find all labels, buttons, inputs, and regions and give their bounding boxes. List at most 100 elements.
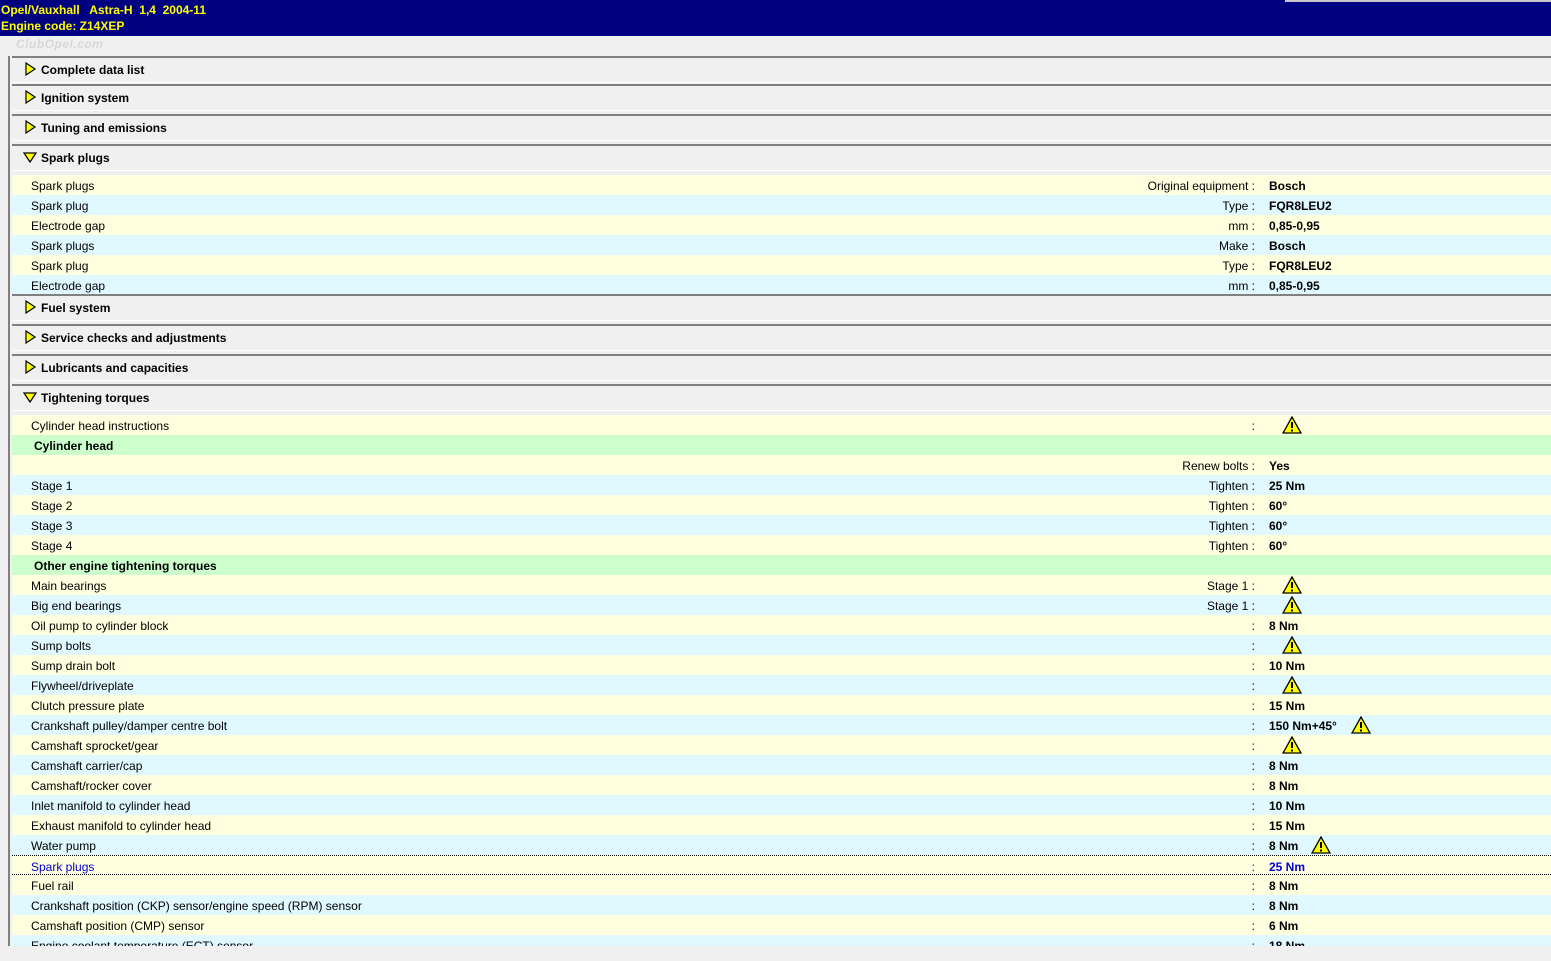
row-value: FQR8LEU2: [1269, 259, 1332, 273]
section-label: Complete data list: [41, 63, 145, 77]
row-label: Main bearings: [31, 579, 107, 593]
row-label: Spark plugs: [31, 860, 95, 874]
row-value: 10 Nm: [1269, 659, 1306, 673]
row-label: Crankshaft pulley/damper centre bolt: [31, 719, 228, 733]
table-row: Crankshaft position (CKP) sensor/engine …: [12, 895, 1551, 915]
status-bar: [0, 946, 1551, 961]
row-label: Inlet manifold to cylinder head: [31, 799, 191, 813]
row-key: :: [1251, 899, 1255, 913]
row-key: Original equipment :: [1147, 179, 1255, 193]
arrow-right-icon: [23, 90, 37, 104]
table-row: Camshaft carrier/cap:8 Nm: [12, 755, 1551, 775]
row-label: Spark plug: [31, 259, 89, 273]
table-row: Electrode gap mm : 0,85-0,95: [12, 215, 1551, 235]
section-spark-plugs[interactable]: Spark plugs: [12, 144, 1551, 171]
data-list-panel[interactable]: Complete data list Ignition system Tunin…: [8, 56, 1551, 946]
section-label: Spark plugs: [41, 151, 110, 165]
warning-triangle-icon[interactable]: [1282, 736, 1302, 754]
table-row: Flywheel/driveplate:: [12, 675, 1551, 695]
row-value: Yes: [1269, 459, 1290, 473]
table-row: Clutch pressure plate:15 Nm: [12, 695, 1551, 715]
row-key: :: [1251, 619, 1255, 633]
row-value: FQR8LEU2: [1269, 199, 1332, 213]
row-value: 18 Nm: [1269, 939, 1306, 946]
row-value: 0,85-0,95: [1269, 219, 1320, 233]
row-value: 10 Nm: [1269, 799, 1306, 813]
row-value: 25 Nm: [1269, 860, 1306, 874]
row-label: Camshaft/rocker cover: [31, 779, 152, 793]
section-label: Ignition system: [41, 91, 130, 105]
warning-triangle-icon[interactable]: [1282, 596, 1302, 614]
section-tuning-emissions[interactable]: Tuning and emissions: [12, 114, 1551, 141]
row-label: Sump drain bolt: [31, 659, 116, 673]
table-row: Spark plugs Make : Bosch: [12, 235, 1551, 255]
table-row: Sump drain bolt:10 Nm: [12, 655, 1551, 675]
row-label: Camshaft sprocket/gear: [31, 739, 159, 753]
row-value: 8 Nm: [1269, 619, 1299, 633]
table-row: Spark plugs Original equipment : Bosch: [12, 175, 1551, 195]
row-key: Tighten :: [1208, 539, 1255, 553]
row-key: :: [1251, 739, 1255, 753]
row-key: :: [1251, 879, 1255, 893]
table-row: Stage 1 Tighten : 25 Nm: [12, 475, 1551, 495]
row-label: Stage 2: [31, 499, 73, 513]
row-label: Stage 3: [31, 519, 73, 533]
arrow-down-icon: [23, 150, 37, 164]
row-key: Stage 1 :: [1206, 599, 1255, 613]
table-row: Crankshaft pulley/damper centre bolt:150…: [12, 715, 1551, 735]
section-tightening-torques[interactable]: Tightening torques: [12, 384, 1551, 411]
table-row: Cylinder head instructions:: [12, 415, 1551, 435]
section-lubricants[interactable]: Lubricants and capacities: [12, 354, 1551, 381]
warning-triangle-icon[interactable]: [1282, 416, 1302, 434]
row-key: Renew bolts :: [1182, 459, 1255, 473]
subsection-header: Other engine tightening torques: [12, 555, 1551, 575]
row-value: 60°: [1269, 499, 1288, 513]
row-label: Electrode gap: [31, 279, 106, 293]
row-label: Spark plug: [31, 199, 89, 213]
row-key: mm :: [1228, 279, 1255, 293]
row-value: 60°: [1269, 539, 1288, 553]
watermark: ClubOpel.com: [16, 37, 104, 51]
table-row: Water pump:8 Nm: [12, 835, 1551, 855]
row-value: 150 Nm+45°: [1269, 719, 1337, 733]
table-row[interactable]: Spark plugs:25 Nm: [12, 855, 1551, 875]
row-key: :: [1251, 860, 1255, 874]
row-label: Stage 4: [31, 539, 73, 553]
section-complete-data-list[interactable]: Complete data list: [12, 56, 1551, 83]
section-fuel-system[interactable]: Fuel system: [12, 294, 1551, 321]
warning-triangle-icon[interactable]: [1282, 636, 1302, 654]
row-key: :: [1251, 819, 1255, 833]
table-row: Main bearings Stage 1 :: [12, 575, 1551, 595]
section-service-checks[interactable]: Service checks and adjustments: [12, 324, 1551, 351]
table-row: Stage 4 Tighten : 60°: [12, 535, 1551, 555]
row-label: Crankshaft position (CKP) sensor/engine …: [31, 899, 362, 913]
section-label: Tightening torques: [41, 391, 150, 405]
section-ignition-system[interactable]: Ignition system: [12, 84, 1551, 111]
row-label: Electrode gap: [31, 219, 106, 233]
row-label: Clutch pressure plate: [31, 699, 145, 713]
section-label: Tuning and emissions: [41, 121, 167, 135]
row-key: :: [1251, 419, 1255, 433]
arrow-right-icon: [23, 300, 37, 314]
row-value: 8 Nm: [1269, 899, 1299, 913]
row-label: Spark plugs: [31, 179, 95, 193]
row-value: 60°: [1269, 519, 1288, 533]
row-label: Cylinder head instructions: [31, 419, 170, 433]
warning-triangle-icon[interactable]: [1282, 576, 1302, 594]
row-label: Cylinder head: [34, 439, 114, 453]
warning-triangle-icon[interactable]: [1282, 676, 1302, 694]
row-label: Exhaust manifold to cylinder head: [31, 819, 212, 833]
row-label: Sump bolts: [31, 639, 92, 653]
row-value: Bosch: [1269, 239, 1306, 253]
row-label: Other engine tightening torques: [34, 559, 217, 573]
row-label: Spark plugs: [31, 239, 95, 253]
warning-triangle-icon[interactable]: [1311, 836, 1331, 854]
row-key: :: [1251, 659, 1255, 673]
row-key: :: [1251, 679, 1255, 693]
table-row: Sump bolts:: [12, 635, 1551, 655]
warning-triangle-icon[interactable]: [1351, 716, 1371, 734]
subsection-header: Cylinder head: [12, 435, 1551, 455]
row-label: Oil pump to cylinder block: [31, 619, 169, 633]
table-row: Spark plug Type : FQR8LEU2: [12, 195, 1551, 215]
row-label: Camshaft carrier/cap: [31, 759, 143, 773]
